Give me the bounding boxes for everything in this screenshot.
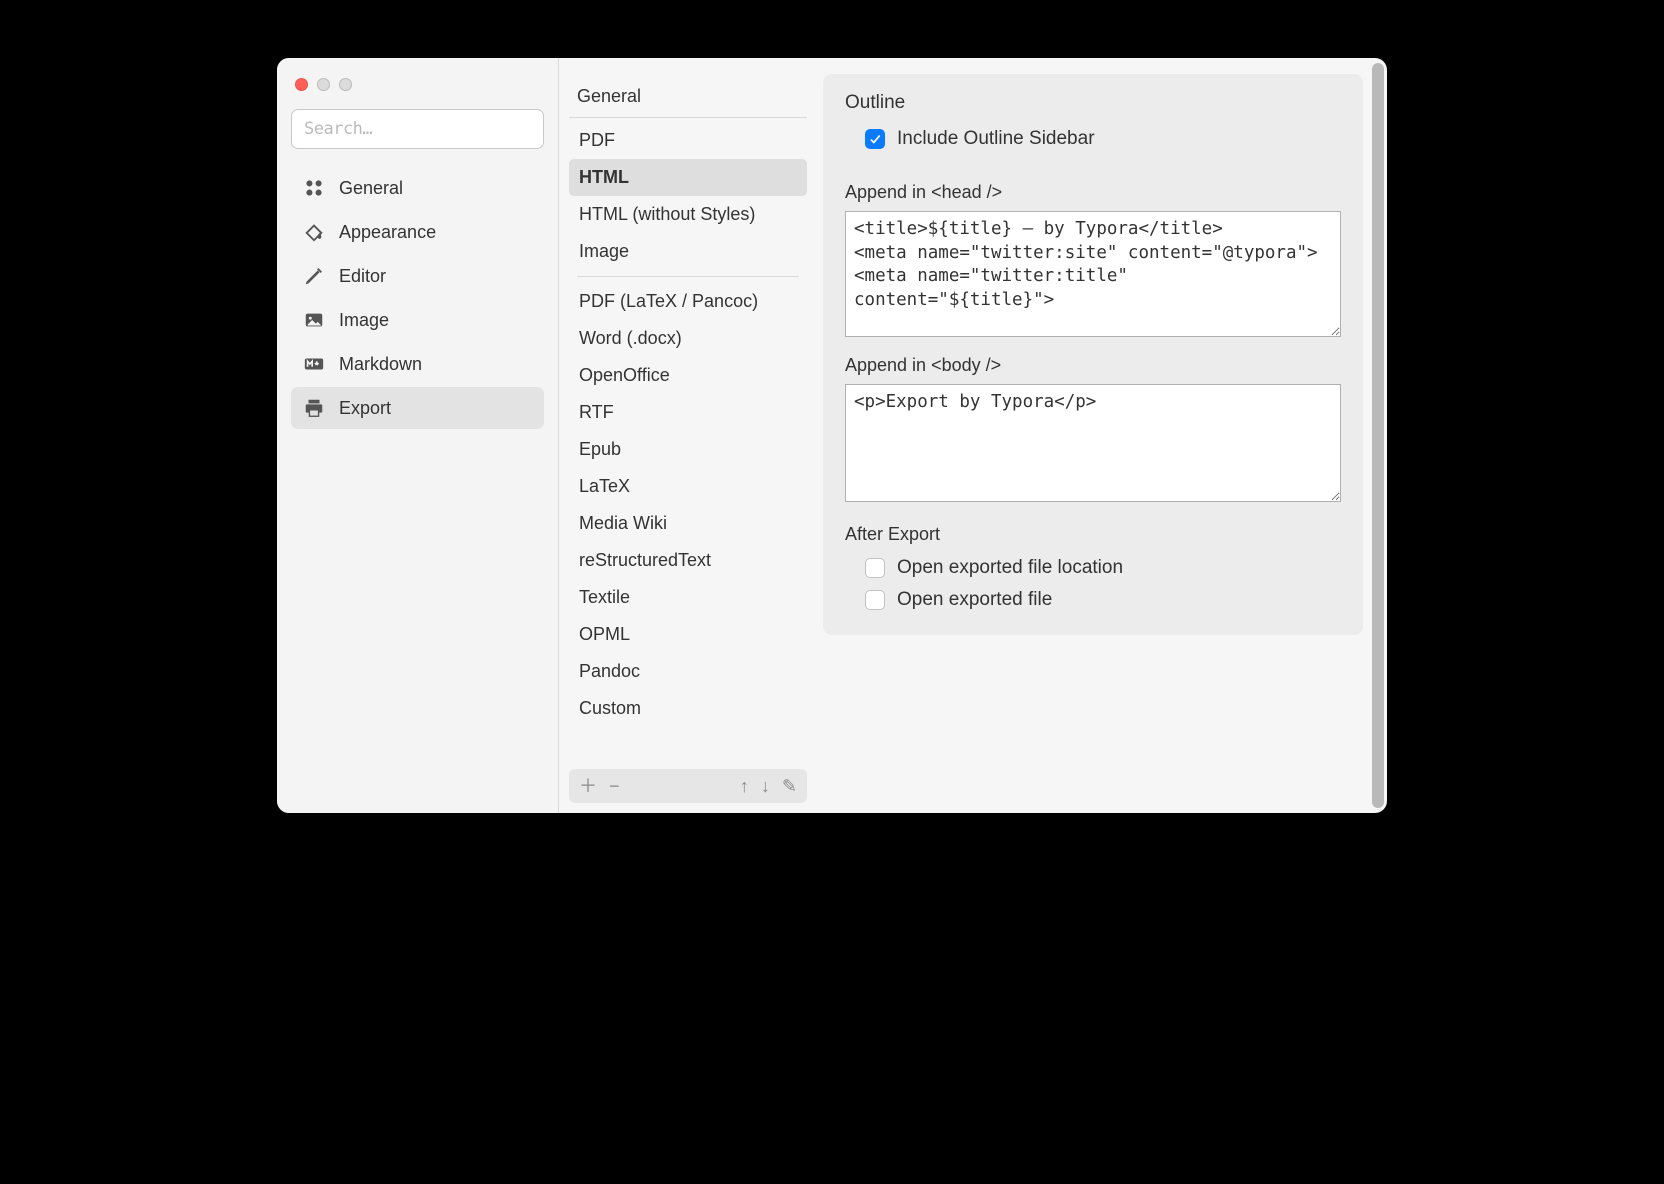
append-head-label: Append in <head /> (845, 182, 1341, 203)
open-file-row[interactable]: Open exported file (845, 585, 1341, 613)
sidebar-item-editor[interactable]: Editor (291, 255, 544, 297)
sidebar-item-export[interactable]: Export (291, 387, 544, 429)
move-down-icon[interactable]: ↓ (761, 777, 770, 795)
markdown-icon (303, 353, 325, 375)
export-type-item[interactable]: Word (.docx) (569, 320, 807, 357)
minimize-icon[interactable] (317, 78, 330, 91)
sidebar: General Appearance Editor Image (277, 58, 559, 813)
sidebar-item-markdown[interactable]: Markdown (291, 343, 544, 385)
preferences-window: General Appearance Editor Image (277, 58, 1387, 813)
maximize-icon[interactable] (339, 78, 352, 91)
checkbox-checked-icon[interactable] (865, 129, 885, 149)
open-location-row[interactable]: Open exported file location (845, 553, 1341, 585)
printer-icon (303, 397, 325, 419)
grid-icon (303, 177, 325, 199)
open-file-label: Open exported file (897, 589, 1052, 611)
move-up-icon[interactable]: ↑ (740, 777, 749, 795)
export-type-item[interactable]: OpenOffice (569, 357, 807, 394)
export-type-item[interactable]: Media Wiki (569, 505, 807, 542)
export-type-item[interactable]: RTF (569, 394, 807, 431)
sidebar-item-label: Appearance (339, 222, 436, 243)
export-type-item[interactable]: HTML (without Styles) (569, 196, 807, 233)
export-list-heading: General (569, 78, 807, 118)
export-type-item[interactable]: Pandoc (569, 653, 807, 690)
remove-icon[interactable]: − (609, 777, 620, 795)
export-type-item[interactable]: Textile (569, 579, 807, 616)
include-outline-label: Include Outline Sidebar (897, 128, 1095, 150)
include-outline-row[interactable]: Include Outline Sidebar (845, 124, 1341, 164)
export-type-item[interactable]: PDF (LaTeX / Pancoc) (569, 283, 807, 320)
export-type-item[interactable]: OPML (569, 616, 807, 653)
export-type-item[interactable]: Custom (569, 690, 807, 727)
paint-bucket-icon (303, 221, 325, 243)
export-settings-content: Outline Include Outline Sidebar Append i… (817, 58, 1387, 813)
export-type-item[interactable]: Image (569, 233, 807, 270)
sidebar-item-general[interactable]: General (291, 167, 544, 209)
export-type-list: General PDFHTMLHTML (without Styles)Imag… (559, 58, 817, 813)
append-head-textarea[interactable] (845, 211, 1341, 337)
add-icon[interactable]: ＋ (579, 777, 597, 795)
edit-icon[interactable]: ✎ (782, 777, 797, 795)
export-type-item[interactable]: LaTeX (569, 468, 807, 505)
export-type-item[interactable]: HTML (569, 159, 807, 196)
sidebar-nav: General Appearance Editor Image (291, 167, 544, 429)
sidebar-item-appearance[interactable]: Appearance (291, 211, 544, 253)
scrollbar[interactable] (1372, 63, 1384, 808)
checkbox-unchecked-icon[interactable] (865, 590, 885, 610)
open-location-label: Open exported file location (897, 557, 1123, 579)
export-type-item[interactable]: PDF (569, 122, 807, 159)
close-icon[interactable] (295, 78, 308, 91)
sidebar-item-label: Markdown (339, 354, 422, 375)
section-outline-title: Outline (845, 92, 1341, 114)
window-controls (291, 76, 544, 99)
search-input[interactable] (291, 109, 544, 149)
append-body-label: Append in <body /> (845, 355, 1341, 376)
section-after-export-title: After Export (845, 524, 1341, 545)
sidebar-item-label: Image (339, 310, 389, 331)
export-type-item[interactable]: Epub (569, 431, 807, 468)
export-settings-panel: Outline Include Outline Sidebar Append i… (823, 74, 1363, 635)
pencil-icon (303, 265, 325, 287)
append-body-textarea[interactable] (845, 384, 1341, 502)
sidebar-item-label: General (339, 178, 403, 199)
sidebar-item-image[interactable]: Image (291, 299, 544, 341)
sidebar-item-label: Editor (339, 266, 386, 287)
export-list-toolbar: ＋ − ↑ ↓ ✎ (569, 769, 807, 803)
export-type-item[interactable]: reStructuredText (569, 542, 807, 579)
sidebar-item-label: Export (339, 398, 391, 419)
checkbox-unchecked-icon[interactable] (865, 558, 885, 578)
image-icon (303, 309, 325, 331)
divider (577, 276, 799, 277)
